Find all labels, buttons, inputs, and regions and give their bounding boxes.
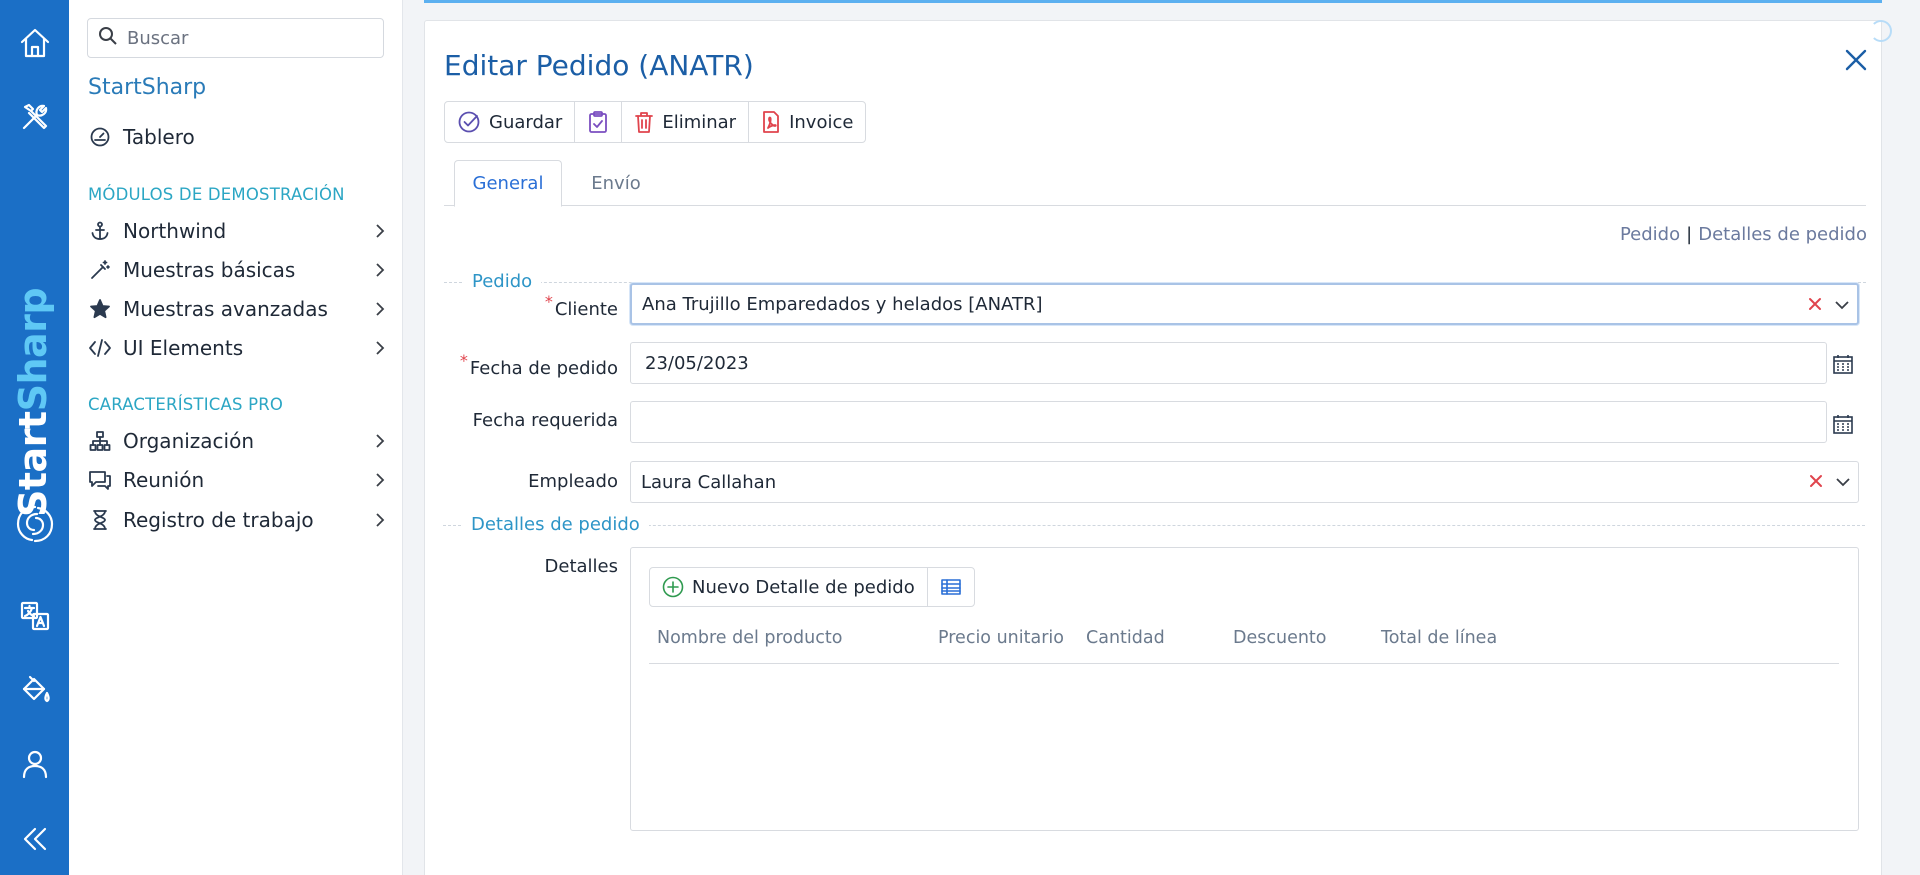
home-icon[interactable] bbox=[0, 16, 69, 70]
link-separator: | bbox=[1686, 224, 1693, 245]
column-header-product[interactable]: Nombre del producto bbox=[657, 628, 842, 648]
details-label: Detalles bbox=[544, 556, 618, 577]
grid-header: Nombre del producto Precio unitario Cant… bbox=[649, 628, 1839, 664]
customer-label-text: Cliente bbox=[554, 299, 618, 320]
check-circle-icon bbox=[458, 111, 480, 133]
table-icon bbox=[940, 579, 961, 595]
org-chart-icon bbox=[88, 429, 112, 453]
pdf-file-icon bbox=[763, 111, 779, 133]
app-title[interactable]: StartSharp bbox=[88, 75, 206, 100]
required-date-label: Fecha requerida bbox=[472, 410, 618, 431]
clear-icon[interactable] bbox=[1807, 296, 1823, 317]
form-toolbar: Guardar Eliminar Invoice bbox=[444, 101, 867, 143]
chevron-down-icon[interactable] bbox=[1834, 474, 1852, 495]
trash-icon bbox=[635, 112, 654, 133]
clipboard-check-icon bbox=[589, 111, 608, 133]
category-title: Detalles de pedido bbox=[463, 514, 649, 535]
tab-envio[interactable]: Envío bbox=[571, 160, 661, 206]
hourglass-icon bbox=[88, 508, 112, 532]
calendar-icon[interactable] bbox=[1832, 413, 1854, 440]
gauge-icon bbox=[88, 125, 112, 149]
chevron-right-icon bbox=[372, 222, 388, 245]
translate-icon[interactable] bbox=[0, 589, 69, 643]
add-detail-button[interactable]: Nuevo Detalle de pedido bbox=[650, 568, 928, 606]
details-toolbar: Nuevo Detalle de pedido bbox=[649, 567, 975, 607]
chevron-down-icon[interactable] bbox=[1833, 297, 1851, 318]
column-header-unit-price[interactable]: Precio unitario bbox=[938, 628, 1064, 648]
column-picker-button[interactable] bbox=[928, 568, 974, 606]
customer-value: Ana Trujillo Emparedados y helados [ANAT… bbox=[642, 293, 1043, 315]
search-input[interactable] bbox=[127, 27, 367, 49]
order-date-value: 23/05/2023 bbox=[645, 352, 749, 374]
order-date-input[interactable]: 23/05/2023 bbox=[630, 342, 1827, 384]
sidebar-item-label: Organización bbox=[123, 429, 255, 453]
sidebar-item-muestras-basicas[interactable]: Muestras básicas bbox=[88, 255, 388, 285]
sidebar-item-registro-trabajo[interactable]: Registro de trabajo bbox=[88, 505, 388, 535]
order-date-label-text: Fecha de pedido bbox=[469, 358, 618, 379]
add-circle-icon bbox=[662, 576, 684, 598]
tab-general[interactable]: General bbox=[454, 160, 562, 207]
invoice-button[interactable]: Invoice bbox=[749, 102, 865, 142]
user-icon[interactable] bbox=[0, 737, 69, 791]
required-mark: * bbox=[459, 351, 468, 370]
close-icon[interactable] bbox=[1845, 49, 1867, 76]
paint-bucket-icon[interactable] bbox=[0, 663, 69, 717]
category-title: Pedido bbox=[464, 271, 542, 292]
search-box bbox=[87, 18, 384, 58]
anchor-icon bbox=[88, 219, 112, 243]
save-button-label: Guardar bbox=[489, 111, 563, 133]
employee-select[interactable]: Laura Callahan bbox=[630, 461, 1859, 503]
column-header-quantity[interactable]: Cantidad bbox=[1086, 628, 1165, 648]
sidebar-item-label: Registro de trabajo bbox=[123, 508, 314, 532]
sidebar-item-label: Muestras básicas bbox=[123, 258, 296, 282]
apply-changes-button[interactable] bbox=[575, 102, 623, 142]
brand-swirl-icon bbox=[13, 502, 57, 551]
category-links: Pedido | Detalles de pedido bbox=[1620, 224, 1867, 245]
link-detalles-pedido[interactable]: Detalles de pedido bbox=[1698, 224, 1867, 245]
delete-button[interactable]: Eliminar bbox=[622, 102, 750, 142]
customer-label: * Cliente bbox=[0, 292, 618, 320]
order-details-grid: Nuevo Detalle de pedido Nombre del produ… bbox=[630, 547, 1859, 831]
chevron-right-icon bbox=[372, 511, 388, 534]
page-title: Editar Pedido (ANATR) bbox=[444, 49, 754, 82]
loading-bar bbox=[424, 0, 1882, 3]
search-icon bbox=[98, 26, 118, 51]
category-detalles-pedido: Detalles de pedido bbox=[443, 514, 1865, 535]
employee-value: Laura Callahan bbox=[641, 471, 777, 493]
invoice-button-label: Invoice bbox=[789, 111, 854, 133]
icon-rail: StartSharp bbox=[0, 0, 69, 875]
column-header-discount[interactable]: Descuento bbox=[1233, 628, 1327, 648]
sidebar-item-label: Tablero bbox=[123, 125, 195, 149]
sidebar-item-tablero[interactable]: Tablero bbox=[88, 122, 388, 152]
sidebar-item-northwind[interactable]: Northwind bbox=[88, 216, 388, 246]
link-pedido[interactable]: Pedido bbox=[1620, 224, 1680, 245]
loading-spinner bbox=[1870, 20, 1892, 42]
side-menu: StartSharp Tablero MÓDULOS DE DEMOSTRACI… bbox=[69, 0, 403, 875]
calendar-icon[interactable] bbox=[1832, 353, 1854, 380]
chevron-right-icon bbox=[372, 261, 388, 284]
clear-icon[interactable] bbox=[1808, 473, 1824, 494]
form-tabs: General Envío bbox=[444, 160, 1866, 207]
customer-select[interactable]: Ana Trujillo Emparedados y helados [ANAT… bbox=[630, 283, 1859, 325]
required-date-input[interactable] bbox=[630, 401, 1827, 443]
required-mark: * bbox=[544, 292, 553, 311]
delete-button-label: Eliminar bbox=[662, 111, 737, 133]
chevron-right-icon bbox=[372, 432, 388, 455]
collapse-icon[interactable] bbox=[0, 812, 69, 866]
column-header-line-total[interactable]: Total de línea bbox=[1381, 628, 1497, 648]
order-date-label: * Fecha de pedido bbox=[0, 351, 618, 379]
tools-icon[interactable] bbox=[0, 90, 69, 144]
employee-label: Empleado bbox=[528, 471, 618, 492]
sidebar-item-label: Northwind bbox=[123, 219, 227, 243]
add-detail-label: Nuevo Detalle de pedido bbox=[692, 576, 915, 598]
magic-wand-icon bbox=[88, 258, 112, 282]
section-title-demo: MÓDULOS DE DEMOSTRACIÓN bbox=[88, 185, 345, 204]
save-button[interactable]: Guardar bbox=[445, 102, 576, 142]
